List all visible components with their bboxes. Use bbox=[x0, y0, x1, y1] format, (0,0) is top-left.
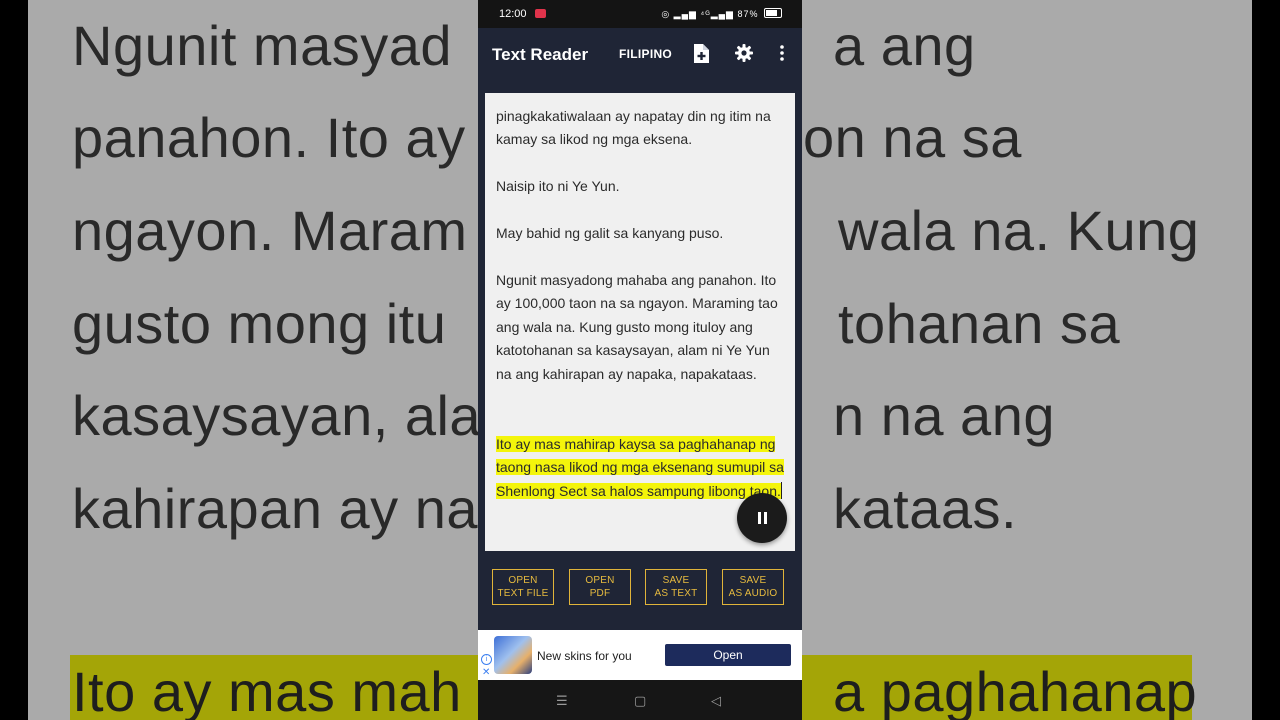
button-label: AS TEXT bbox=[654, 588, 698, 599]
pause-icon bbox=[757, 512, 761, 524]
open-text-file-button[interactable]: OPEN TEXT FILE bbox=[492, 569, 554, 605]
button-label: OPEN bbox=[508, 575, 538, 586]
highlighted-sentence: Ito ay mas mahirap kaysa sa paghahanap n… bbox=[496, 436, 784, 499]
home-icon[interactable]: ▢ bbox=[634, 693, 646, 709]
reader-highlighted-paragraph: Ito ay mas mahirap kaysa sa paghahanap n… bbox=[496, 433, 786, 503]
status-time: 12:00 bbox=[499, 8, 527, 20]
button-label: PDF bbox=[589, 588, 611, 599]
ad-info-icon[interactable]: i bbox=[481, 654, 492, 665]
status-icons: ◎ ▂▄▆ ⁴ᴳ▂▄▆ 87% bbox=[661, 8, 782, 20]
battery-percent: 87% bbox=[737, 9, 759, 19]
reader-paragraph: May bahid ng galit sa kanyang puso. bbox=[496, 225, 724, 241]
app-title: Text Reader bbox=[492, 45, 589, 64]
reader-text-area[interactable]: pinagkakatiwalaan ay napatay din ng itim… bbox=[485, 93, 795, 551]
save-as-text-button[interactable]: SAVE AS TEXT bbox=[645, 569, 707, 605]
ad-close-icon[interactable]: ✕ bbox=[482, 667, 490, 678]
status-bar: 12:00 ◎ ▂▄▆ ⁴ᴳ▂▄▆ 87% bbox=[478, 0, 802, 28]
language-selector[interactable]: FILIPINO bbox=[619, 47, 672, 61]
button-label: OPEN bbox=[585, 575, 615, 586]
system-nav-bar: ☰ ▢ ◁ bbox=[478, 680, 802, 720]
button-label: SAVE bbox=[662, 575, 690, 586]
more-vert-icon[interactable] bbox=[772, 43, 792, 63]
gear-icon[interactable] bbox=[734, 43, 754, 63]
reader-paragraph: Ngunit masyadong mahaba ang panahon. Ito… bbox=[496, 272, 778, 382]
button-label: TEXT FILE bbox=[497, 588, 549, 599]
text-cursor bbox=[780, 481, 782, 499]
pause-button[interactable] bbox=[737, 493, 787, 543]
recents-icon[interactable]: ☰ bbox=[556, 693, 568, 709]
button-label: SAVE bbox=[739, 575, 767, 586]
reader-paragraph: Naisip ito ni Ye Yun. bbox=[496, 178, 620, 194]
ad-thumbnail[interactable] bbox=[494, 636, 532, 674]
phone-screen: 12:00 ◎ ▂▄▆ ⁴ᴳ▂▄▆ 87% Text Reader FILIPI… bbox=[478, 0, 802, 720]
action-buttons: OPEN TEXT FILE OPEN PDF SAVE AS TEXT SAV… bbox=[478, 569, 802, 609]
new-file-icon[interactable] bbox=[691, 43, 711, 63]
ad-banner[interactable]: i ✕ New skins for you Open bbox=[478, 630, 802, 680]
back-icon[interactable]: ◁ bbox=[711, 693, 721, 709]
save-as-audio-button[interactable]: SAVE AS AUDIO bbox=[722, 569, 784, 605]
battery-icon bbox=[764, 8, 782, 18]
app-bar: Text Reader FILIPINO bbox=[478, 28, 802, 78]
screen-record-icon bbox=[535, 9, 546, 18]
ad-headline: New skins for you bbox=[537, 649, 632, 663]
signal-icons: ◎ ▂▄▆ ⁴ᴳ▂▄▆ bbox=[661, 9, 734, 19]
button-label: AS AUDIO bbox=[728, 588, 778, 599]
open-pdf-button[interactable]: OPEN PDF bbox=[569, 569, 631, 605]
reader-paragraph: pinagkakatiwalaan ay napatay din ng itim… bbox=[496, 108, 771, 148]
ad-open-button[interactable]: Open bbox=[665, 644, 791, 666]
